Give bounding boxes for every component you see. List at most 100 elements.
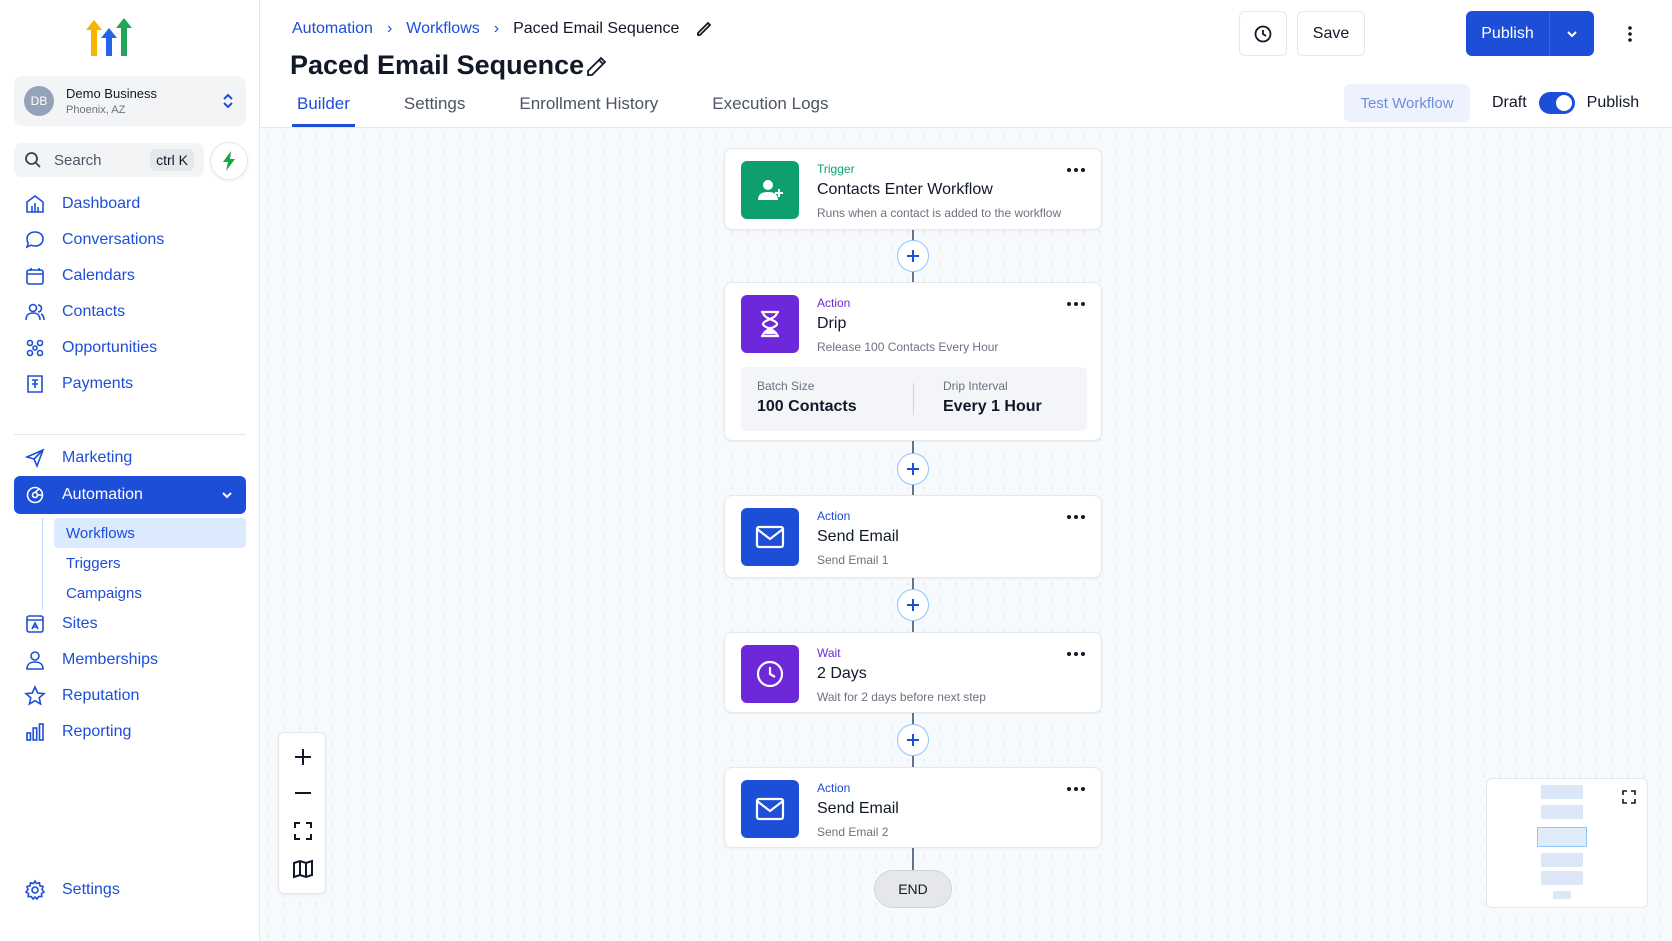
nav-label: Reporting (62, 723, 132, 740)
account-switcher[interactable]: DB Demo Business Phoenix, AZ (14, 76, 246, 126)
receipt-icon (27, 375, 43, 393)
nav-item-conversations[interactable]: Conversations (14, 222, 246, 258)
add-step-button[interactable] (897, 453, 929, 485)
batch-size: Batch Size 100 Contacts (757, 379, 857, 416)
opportunities-icon (26, 339, 44, 357)
plus-icon (907, 250, 919, 262)
more-horizontal-icon[interactable] (1065, 163, 1087, 177)
quick-actions-button[interactable] (210, 142, 248, 180)
nav-item-contacts[interactable]: Contacts (14, 294, 246, 330)
nav-item-calendars[interactable]: Calendars (14, 258, 246, 294)
sidebar: DB Demo Business Phoenix, AZ Search ctrl… (0, 0, 260, 941)
nav-item-payments[interactable]: Payments (14, 366, 246, 402)
add-step-button[interactable] (897, 240, 929, 272)
toggle-label-publish: Publish (1586, 94, 1640, 111)
publish-dropdown-button[interactable] (1550, 11, 1594, 56)
nav-label: Memberships (62, 651, 159, 668)
search-bar[interactable]: Search ctrl K (14, 143, 204, 177)
plus-icon (907, 734, 919, 746)
plus-icon (907, 463, 919, 475)
nav-label: Conversations (62, 231, 165, 248)
drip-card[interactable]: Action Drip Release 100 Contacts Every H… (724, 282, 1102, 441)
drip-interval: Drip Interval Every 1 Hour (943, 379, 1042, 416)
avatar: DB (24, 86, 54, 116)
minimap-end-node (1553, 891, 1571, 899)
map-icon[interactable] (291, 857, 315, 881)
workflow-tabs: Builder Settings Enrollment History Exec… (292, 94, 877, 127)
minimap[interactable] (1486, 778, 1648, 908)
more-horizontal-icon[interactable] (1065, 510, 1087, 524)
nav-item-reputation[interactable]: Reputation (14, 678, 246, 714)
card-subtitle: Send Email 2 (817, 825, 889, 839)
nav-item-sites[interactable]: Sites (14, 606, 246, 642)
nav-item-dashboard[interactable]: Dashboard (14, 186, 246, 222)
gear-icon (24, 879, 46, 901)
minimap-node (1541, 853, 1583, 867)
tab-settings[interactable]: Settings (399, 94, 470, 127)
mail-icon (741, 780, 799, 838)
pencil-icon[interactable] (695, 20, 713, 38)
sub-item-campaigns[interactable]: Campaigns (54, 578, 246, 608)
send-email-card-1[interactable]: Action Send Email Send Email 1 (724, 495, 1102, 578)
edit-title-icon[interactable] (584, 53, 610, 79)
nav-item-memberships[interactable]: Memberships (14, 642, 246, 678)
users-icon (25, 303, 45, 321)
hourglass-icon (741, 295, 799, 353)
clock-icon (1254, 25, 1272, 42)
submenu-guide-line (42, 518, 43, 610)
zoom-in-icon[interactable] (291, 745, 315, 769)
send-email-card-2[interactable]: Action Send Email Send Email 2 (724, 767, 1102, 848)
settings-nav: Settings (14, 872, 246, 908)
user-icon (26, 651, 44, 670)
card-subtitle: Runs when a contact is added to the work… (817, 206, 1062, 220)
minimap-viewport[interactable] (1537, 827, 1587, 847)
publish-button[interactable]: Publish (1466, 11, 1550, 56)
star-icon (24, 685, 46, 706)
batch-size-label: Batch Size (757, 379, 815, 393)
test-workflow-button[interactable]: Test Workflow (1344, 84, 1470, 122)
card-type-label: Action (817, 781, 851, 795)
page-title: Paced Email Sequence (290, 50, 585, 80)
account-name: Demo Business (66, 86, 158, 101)
drip-divider (913, 383, 914, 415)
tab-builder[interactable]: Builder (292, 94, 355, 127)
add-step-button[interactable] (897, 724, 929, 756)
nav-item-marketing[interactable]: Marketing (14, 440, 246, 476)
tab-execution-logs[interactable]: Execution Logs (707, 94, 833, 127)
zoom-out-icon[interactable] (291, 781, 315, 805)
more-horizontal-icon[interactable] (1065, 782, 1087, 796)
nav-item-opportunities[interactable]: Opportunities (14, 330, 246, 366)
wait-card[interactable]: Wait 2 Days Wait for 2 days before next … (724, 632, 1102, 713)
more-horizontal-icon[interactable] (1065, 297, 1087, 311)
card-title: Contacts Enter Workflow (817, 181, 993, 198)
nav-label: Payments (62, 375, 134, 392)
fit-view-icon[interactable] (291, 819, 315, 843)
trigger-card[interactable]: Trigger Contacts Enter Workflow Runs whe… (724, 148, 1102, 230)
breadcrumb-automation[interactable]: Automation (292, 20, 373, 38)
expand-icon[interactable] (1621, 789, 1637, 805)
automation-submenu: Workflows Triggers Campaigns (54, 518, 246, 608)
draft-publish-toggle: Draft Publish (1492, 92, 1639, 114)
chat-bubble-icon (25, 231, 44, 249)
nav-item-settings[interactable]: Settings (14, 872, 246, 908)
save-button[interactable]: Save (1297, 11, 1365, 56)
nav-item-automation[interactable]: Automation (14, 476, 246, 514)
search-shortcut: ctrl K (150, 149, 194, 171)
connector-line (912, 848, 914, 872)
card-subtitle: Send Email 1 (817, 553, 889, 567)
history-button[interactable] (1239, 11, 1287, 56)
card-title: Send Email (817, 800, 899, 817)
more-horizontal-icon[interactable] (1065, 647, 1087, 661)
sub-item-triggers[interactable]: Triggers (54, 548, 246, 578)
more-vertical-icon[interactable] (1620, 24, 1640, 44)
drip-settings-panel: Batch Size 100 Contacts Drip Interval Ev… (741, 367, 1087, 431)
breadcrumb-workflows[interactable]: Workflows (406, 20, 480, 38)
publish-switch[interactable] (1538, 92, 1575, 114)
tab-enrollment-history[interactable]: Enrollment History (514, 94, 663, 127)
clock-icon (741, 645, 799, 703)
nav-item-reporting[interactable]: Reporting (14, 714, 246, 750)
sub-item-workflows[interactable]: Workflows (54, 518, 246, 548)
user-add-icon (741, 161, 799, 219)
add-step-button[interactable] (897, 589, 929, 621)
card-title: Send Email (817, 528, 899, 545)
